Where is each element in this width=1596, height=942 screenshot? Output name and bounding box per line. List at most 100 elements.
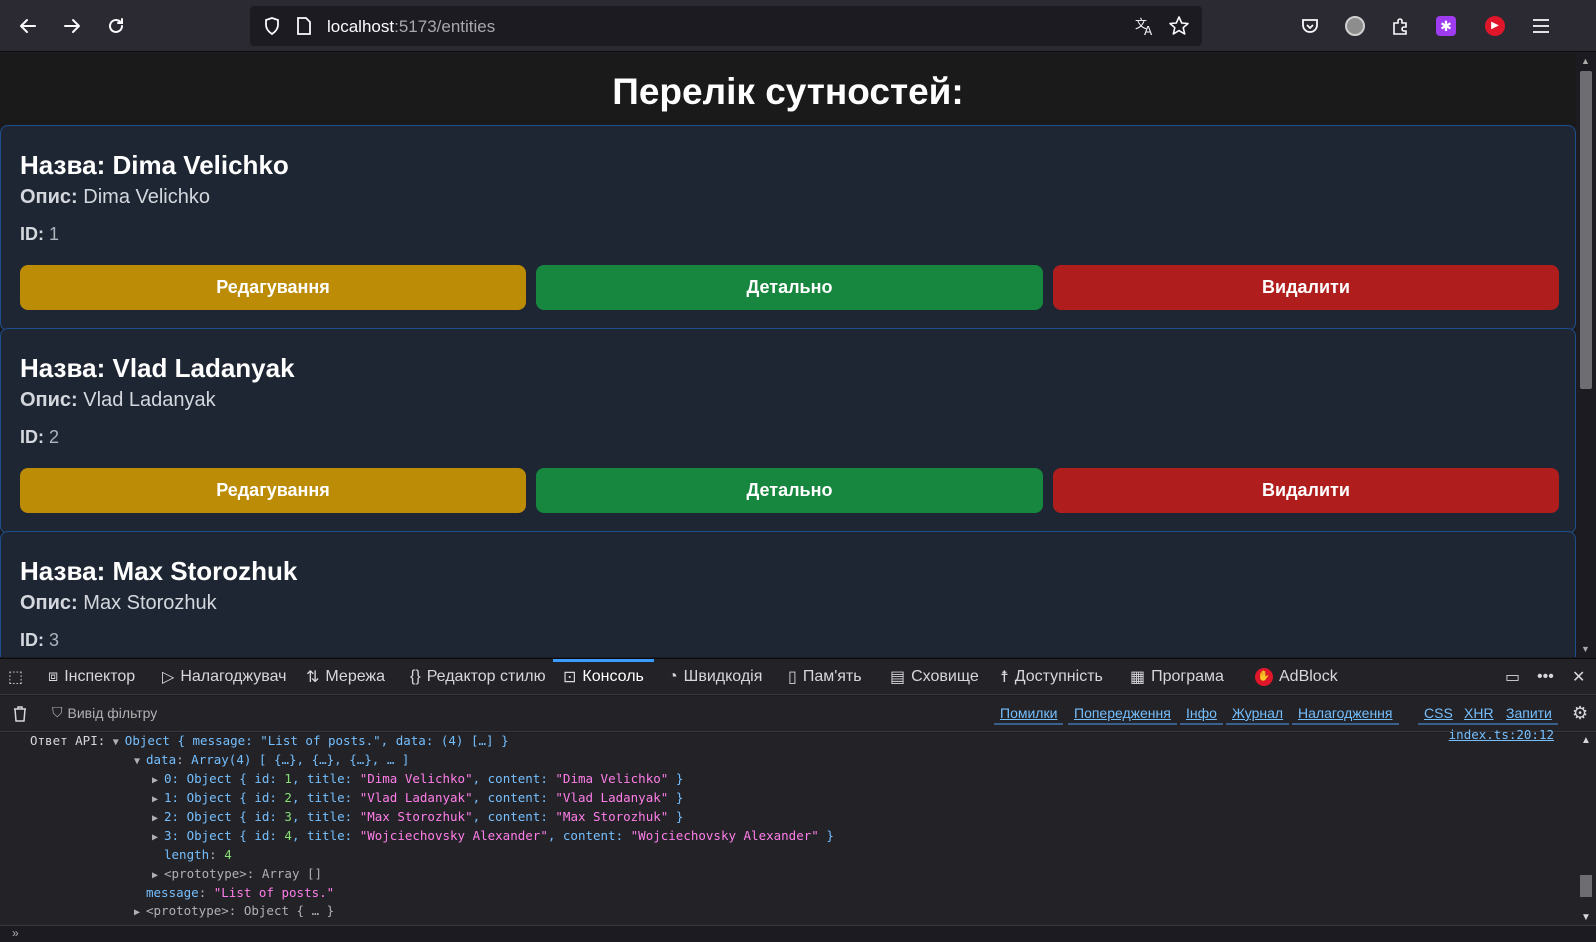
expand-triangle-icon[interactable]: ▼ <box>134 756 146 767</box>
pocket-button[interactable] <box>1296 12 1324 40</box>
filter-debug[interactable]: Налагодження <box>1292 703 1399 725</box>
clear-console-button[interactable] <box>12 705 28 728</box>
details-button[interactable]: Детально <box>536 265 1043 310</box>
extension-youtube-button[interactable]: ▶ <box>1481 12 1509 40</box>
console-filter-input[interactable]: ⛉ Вивід фільтру <box>52 704 157 721</box>
bookmark-star-icon[interactable] <box>1168 15 1190 37</box>
tree-node-array-prototype[interactable]: ▶ <prototype>: Array [] <box>152 866 322 885</box>
storage-icon: ▤ <box>890 669 906 686</box>
entity-id: ID: 3 <box>20 630 59 651</box>
grid-icon: ▦ <box>1130 669 1146 686</box>
element-picker-button[interactable]: ⬚ <box>8 659 23 695</box>
devtools-close-button[interactable]: ✕ <box>1572 659 1585 695</box>
menu-button[interactable] <box>1527 12 1555 40</box>
tab-label: Налагоджувач <box>180 668 287 685</box>
reload-button[interactable] <box>100 10 132 42</box>
tab-console[interactable]: ⊡ Консоль <box>553 659 654 695</box>
extensions-button[interactable] <box>1386 12 1414 40</box>
tab-application[interactable]: ▦ Програма <box>1130 659 1224 695</box>
data-summary: Array(4) [ {…}, {…}, {…}, … ] <box>191 752 410 767</box>
extension-snowflake-button[interactable]: ✱ <box>1432 12 1460 40</box>
entity-name-prefix: Назва: <box>20 353 106 383</box>
tab-memory[interactable]: ▯ Пам'ять <box>788 659 862 695</box>
page-icon[interactable] <box>295 16 313 36</box>
filter-css[interactable]: CSS <box>1418 703 1459 725</box>
debugger-icon: ▷ <box>162 669 175 686</box>
console-scrollbar[interactable]: ▲ ▼ <box>1576 733 1596 925</box>
entity-id: ID: 1 <box>20 224 59 245</box>
tab-label: Доступність <box>1014 668 1103 685</box>
entity-name: Назва: Vlad Ladanyak <box>20 353 295 384</box>
edit-button[interactable]: Редагування <box>20 265 526 310</box>
page-title: Перелік сутностей: <box>612 71 964 112</box>
tree-node-object-prototype[interactable]: ▶ <prototype>: Object { … } <box>134 903 334 922</box>
url-text[interactable]: localhost:5173/entities <box>327 17 495 37</box>
console-scroll-thumb[interactable] <box>1580 875 1592 897</box>
expand-triangle-icon[interactable]: ▶ <box>152 794 164 805</box>
tab-network[interactable]: ⇅ Мережа <box>306 659 385 695</box>
tree-node-item[interactable]: ▶ 1: Object { id: 2, title: "Vlad Ladanya… <box>152 790 683 809</box>
console-icon: ⊡ <box>563 669 577 686</box>
console-log-line[interactable]: Ответ API: ▼ Object { message: "List of p… <box>30 733 509 752</box>
expand-triangle-icon[interactable]: ▶ <box>152 775 164 786</box>
edit-button[interactable]: Редагування <box>20 468 526 513</box>
tab-style-editor[interactable]: {} Редактор стилю <box>410 659 546 695</box>
shield-icon[interactable] <box>262 16 282 36</box>
log-object-summary: Object { message: "List of posts.", data… <box>124 733 509 748</box>
tree-node-data[interactable]: ▼ data: Array(4) [ {…}, {…}, {…}, … ] <box>134 752 409 771</box>
console-settings-gear-icon[interactable]: ⚙ <box>1572 703 1588 724</box>
entity-name: Назва: Max Storozhuk <box>20 556 297 587</box>
picker-icon: ⬚ <box>8 669 24 686</box>
scroll-up-icon[interactable]: ▲ <box>1581 735 1591 746</box>
source-link[interactable]: index.ts:20:12 <box>1449 727 1554 742</box>
braces-icon: {} <box>410 668 421 685</box>
tab-storage[interactable]: ▤ Сховище <box>890 659 979 695</box>
scroll-down-icon[interactable]: ▼ <box>1581 644 1590 654</box>
delete-button[interactable]: Видалити <box>1053 265 1559 310</box>
details-button[interactable]: Детально <box>536 468 1043 513</box>
filter-requests[interactable]: Запити <box>1500 703 1558 725</box>
expand-triangle-icon[interactable]: ▶ <box>152 870 164 881</box>
expand-triangle-icon[interactable]: ▶ <box>134 907 146 918</box>
filter-errors[interactable]: Помилки <box>994 703 1064 725</box>
entity-name-prefix: Назва: <box>20 150 106 180</box>
tab-performance[interactable]: ◔ Швидкодія <box>668 659 762 695</box>
puzzle-icon <box>1393 18 1407 35</box>
url-host: localhost <box>327 17 395 36</box>
trash-icon <box>14 706 26 722</box>
console-output: Ответ API: ▼ Object { message: "List of p… <box>0 733 1576 925</box>
network-icon: ⇅ <box>306 669 320 686</box>
scroll-up-icon[interactable]: ▲ <box>1581 56 1590 66</box>
back-button[interactable] <box>12 10 44 42</box>
expand-triangle-icon[interactable]: ▼ <box>113 737 125 748</box>
address-bar[interactable]: localhost:5173/entities 文A <box>250 6 1202 46</box>
tree-node-item[interactable]: ▶ 3: Object { id: 4, title: "Wojciechovsk… <box>152 828 834 847</box>
expand-triangle-icon[interactable]: ▶ <box>152 832 164 843</box>
filter-info[interactable]: Інфо <box>1180 703 1223 725</box>
more-icon: ••• <box>1537 668 1554 685</box>
tab-label: Швидкодія <box>683 668 763 685</box>
entity-title: Dima Velichko <box>112 150 289 180</box>
avatar <box>1345 16 1365 36</box>
forward-button[interactable] <box>56 10 88 42</box>
devtools-more-button[interactable]: ••• <box>1537 659 1554 695</box>
translate-icon[interactable]: 文A <box>1134 15 1156 37</box>
filter-warnings[interactable]: Попередження <box>1068 703 1177 725</box>
page-scroll-thumb[interactable] <box>1580 71 1592 389</box>
tab-inspector[interactable]: ⧈ Інспектор <box>48 659 135 695</box>
delete-button[interactable]: Видалити <box>1053 468 1559 513</box>
tab-debugger[interactable]: ▷ Налагоджувач <box>162 659 286 695</box>
tree-node-message: message: "List of posts." <box>146 885 335 900</box>
page-scrollbar[interactable]: ▲ ▼ <box>1576 53 1596 657</box>
console-input[interactable]: » <box>0 925 1596 942</box>
scroll-down-icon[interactable]: ▼ <box>1581 912 1591 923</box>
filter-log[interactable]: Журнал <box>1226 703 1290 725</box>
tab-accessibility[interactable]: ☨ Доступність <box>1000 659 1103 695</box>
filter-xhr[interactable]: XHR <box>1458 703 1500 725</box>
tree-node-item[interactable]: ▶ 0: Object { id: 1, title: "Dima Velichk… <box>152 771 683 790</box>
tree-node-item[interactable]: ▶ 2: Object { id: 3, title: "Max Storozhu… <box>152 809 683 828</box>
tab-adblock[interactable]: ✋ AdBlock <box>1255 659 1338 695</box>
account-button[interactable] <box>1341 12 1369 40</box>
expand-triangle-icon[interactable]: ▶ <box>152 813 164 824</box>
responsive-design-button[interactable]: ▭ <box>1505 659 1520 695</box>
